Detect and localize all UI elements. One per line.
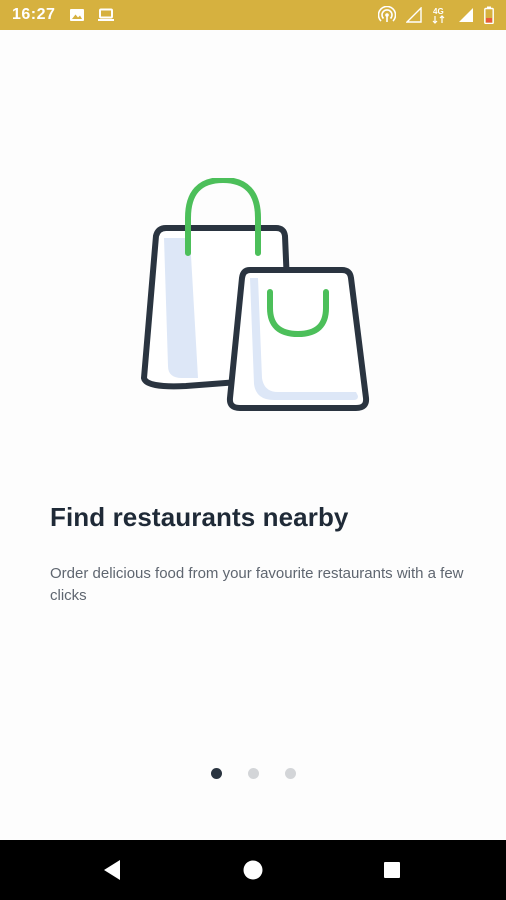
- onboarding-description: Order delicious food from your favourite…: [50, 565, 464, 604]
- recents-button[interactable]: [362, 840, 422, 900]
- laptop-icon: [97, 8, 115, 22]
- page-dot-2[interactable]: [248, 768, 259, 779]
- image-icon: [69, 8, 85, 22]
- signal-icon: [406, 7, 422, 23]
- status-bar: 16:27 4G: [0, 0, 506, 30]
- onboarding-title: Find restaurants nearby: [50, 502, 349, 532]
- network-4g-icon: 4G: [432, 6, 448, 24]
- back-icon: [104, 860, 120, 880]
- battery-icon: [484, 6, 494, 24]
- home-button[interactable]: [223, 840, 283, 900]
- page-indicator: [0, 768, 506, 780]
- shopping-bags-icon: [128, 176, 378, 418]
- home-icon: [243, 860, 263, 880]
- navigation-bar: [0, 840, 506, 900]
- page-dot-3[interactable]: [285, 768, 296, 779]
- back-button[interactable]: [82, 840, 142, 900]
- recents-icon: [384, 862, 400, 878]
- svg-text:4G: 4G: [433, 7, 444, 16]
- onboarding-screen[interactable]: Find restaurants nearby Order delicious …: [0, 30, 506, 840]
- status-time: 16:27: [12, 6, 56, 23]
- page-dot-1[interactable]: [211, 768, 222, 779]
- signal-full-icon: [458, 7, 474, 23]
- hotspot-icon: [378, 6, 396, 24]
